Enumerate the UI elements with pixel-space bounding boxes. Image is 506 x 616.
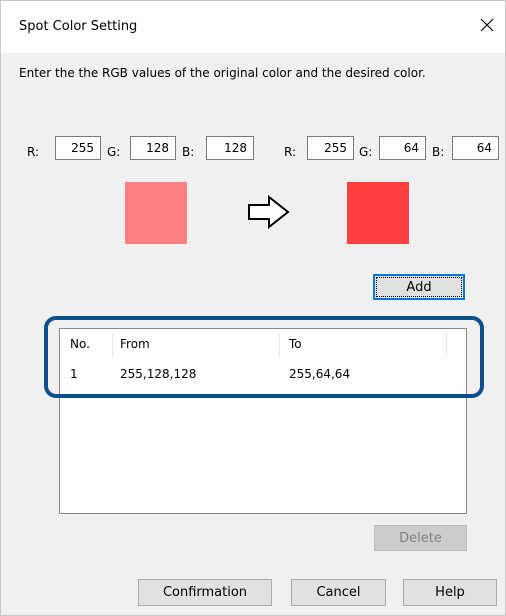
list-header: No. From To xyxy=(60,329,466,359)
desired-g-label: G: xyxy=(359,145,373,159)
row-to: 255,64,64 xyxy=(289,367,351,381)
close-icon xyxy=(480,18,494,35)
add-button-label: Add xyxy=(376,277,462,297)
instructions-text: Enter the the RGB values of the original… xyxy=(19,66,426,80)
row-from: 255,128,128 xyxy=(120,367,197,381)
column-divider[interactable] xyxy=(112,331,113,357)
confirmation-button[interactable]: Confirmation xyxy=(138,579,272,606)
spot-color-setting-dialog: Spot Color Setting Enter the the RGB val… xyxy=(0,0,506,616)
cancel-button[interactable]: Cancel xyxy=(291,579,386,606)
column-divider[interactable] xyxy=(279,331,280,357)
desired-b-input[interactable] xyxy=(452,136,499,160)
help-button[interactable]: Help xyxy=(403,579,497,606)
desired-g-input[interactable] xyxy=(379,136,426,160)
desired-color-swatch xyxy=(347,182,409,244)
column-header-no[interactable]: No. xyxy=(70,337,90,351)
add-button[interactable]: Add xyxy=(373,274,465,300)
desired-b-label: B: xyxy=(432,145,445,159)
original-g-label: G: xyxy=(107,145,121,159)
arrow-right-outline-icon xyxy=(247,194,291,232)
delete-button[interactable]: Delete xyxy=(374,525,467,551)
row-no: 1 xyxy=(70,367,78,381)
original-g-input[interactable] xyxy=(130,136,176,160)
desired-r-input[interactable] xyxy=(307,136,354,160)
title-bar: Spot Color Setting xyxy=(1,1,505,53)
window-title: Spot Color Setting xyxy=(19,19,138,34)
column-header-to[interactable]: To xyxy=(289,337,302,351)
original-r-input[interactable] xyxy=(55,136,101,160)
original-color-swatch xyxy=(125,182,187,244)
spot-color-list[interactable]: No. From To 1 255,128,128 255,64,64 xyxy=(59,328,467,514)
column-header-from[interactable]: From xyxy=(120,337,150,351)
original-r-label: R: xyxy=(27,145,40,159)
original-b-label: B: xyxy=(182,145,195,159)
table-row[interactable]: 1 255,128,128 255,64,64 xyxy=(60,363,466,387)
close-button[interactable] xyxy=(473,13,501,39)
original-b-input[interactable] xyxy=(206,136,254,160)
column-divider[interactable] xyxy=(446,331,447,357)
desired-r-label: R: xyxy=(284,145,297,159)
